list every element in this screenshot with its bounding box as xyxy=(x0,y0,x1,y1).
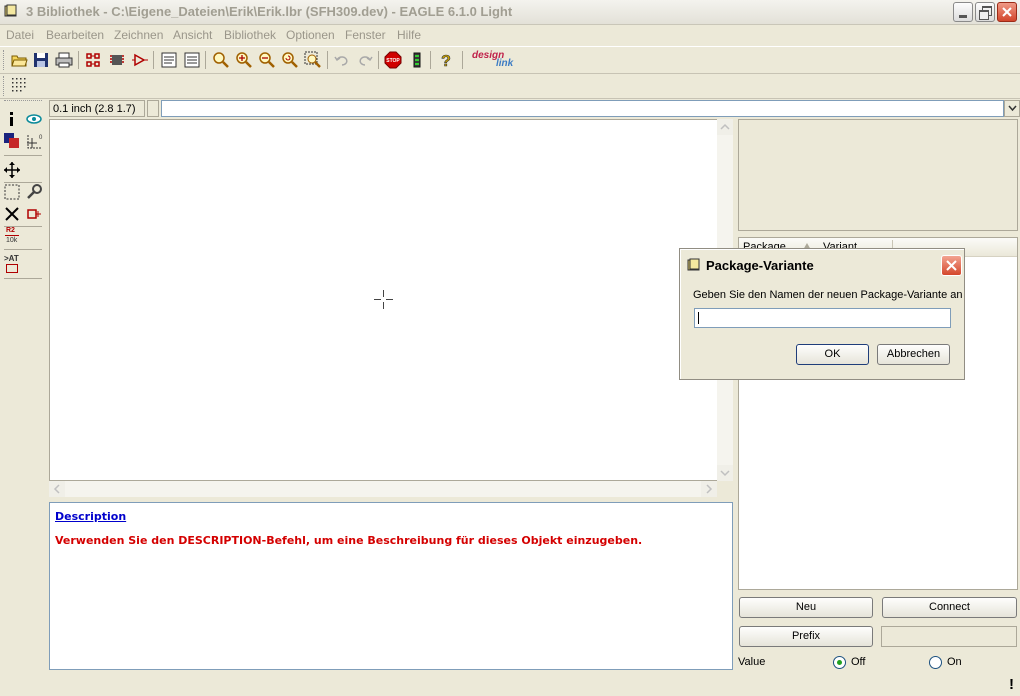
info-icon[interactable] xyxy=(3,110,21,128)
connect-button[interactable]: Connect xyxy=(882,597,1017,618)
menu-hilfe[interactable]: Hilfe xyxy=(397,28,421,42)
symbol-icon[interactable] xyxy=(84,51,102,69)
menu-optionen[interactable]: Optionen xyxy=(286,28,335,42)
value-off-label: Off xyxy=(851,656,866,668)
value-tool-label: R2 xyxy=(6,227,15,234)
drawing-canvas[interactable] xyxy=(49,119,719,481)
coordinate-divider xyxy=(147,100,159,117)
package-variant-dialog: Package-Variante Geben Sie den Namen der… xyxy=(679,248,965,380)
dialog-title-bar: Package-Variante xyxy=(682,251,962,277)
group-icon[interactable] xyxy=(3,183,21,201)
chevron-down-icon xyxy=(720,470,730,477)
canvas-horizontal-scrollbar[interactable] xyxy=(49,481,717,497)
description-hint: Verwenden Sie den DESCRIPTION-Befehl, um… xyxy=(55,534,643,547)
smash-tool-label: >AT xyxy=(4,254,19,263)
scroll-right-button[interactable] xyxy=(701,481,717,497)
value-tool-value: 10k xyxy=(6,237,18,244)
menu-zeichnen[interactable]: Zeichnen xyxy=(114,28,163,42)
new-button[interactable]: Neu xyxy=(739,597,873,618)
close-button[interactable] xyxy=(997,2,1017,22)
save-icon[interactable] xyxy=(32,51,50,69)
scroll-down-button[interactable] xyxy=(717,465,733,481)
variant-name-input[interactable] xyxy=(694,308,951,328)
value-on-radio[interactable] xyxy=(929,656,942,669)
eagle-app-icon xyxy=(4,4,17,17)
crosshair-cursor xyxy=(374,290,393,309)
menu-bearbeiten[interactable]: Bearbeiten xyxy=(46,28,104,42)
command-line-input[interactable] xyxy=(161,100,1004,117)
value-label: Value xyxy=(738,656,766,668)
value-tool[interactable]: R2 10k xyxy=(3,227,23,247)
chevron-right-icon xyxy=(706,484,713,494)
show-icon[interactable] xyxy=(25,110,43,128)
coordinate-display: 0.1 inch (2.8 1.7) xyxy=(49,100,145,117)
dialog-close-button[interactable] xyxy=(941,255,962,276)
menu-bar: Datei Bearbeiten Zeichnen Ansicht Biblio… xyxy=(0,25,1020,45)
description-link[interactable]: Description xyxy=(55,510,126,523)
menu-ansicht[interactable]: Ansicht xyxy=(173,28,212,42)
stop-icon-text: STOP xyxy=(386,58,400,64)
command-line-dropdown[interactable] xyxy=(1004,100,1020,117)
chevron-up-icon xyxy=(720,123,730,130)
undo-icon[interactable] xyxy=(333,51,351,69)
design-link-icon[interactable]: design link xyxy=(470,50,516,70)
device-icon[interactable] xyxy=(131,51,149,69)
zoom-in-icon[interactable] xyxy=(235,51,253,69)
script-icon[interactable] xyxy=(160,51,178,69)
prefix-field xyxy=(881,626,1017,647)
main-toolbar: STOP ? design link xyxy=(0,46,1020,74)
window-title: 3 Bibliothek - C:\Eigene_Dateien\Erik\Er… xyxy=(26,4,513,19)
chevron-left-icon xyxy=(53,484,60,494)
command-toolbar: 0 R2 10k >AT xyxy=(0,98,46,670)
status-bar xyxy=(0,672,1020,696)
grid-icon[interactable] xyxy=(10,76,28,94)
status-indicator-icon: ! xyxy=(1009,676,1014,693)
grid-toolbar xyxy=(0,73,1020,99)
chevron-down-icon xyxy=(1008,105,1017,112)
menu-bibliothek[interactable]: Bibliothek xyxy=(224,28,276,42)
description-panel: Description Verwenden Sie den DESCRIPTIO… xyxy=(49,502,733,670)
menu-fenster[interactable]: Fenster xyxy=(345,28,386,42)
go-icon[interactable] xyxy=(408,51,426,69)
menu-datei[interactable]: Datei xyxy=(6,28,34,42)
close-icon xyxy=(1002,7,1012,17)
package-icon[interactable] xyxy=(108,51,126,69)
value-off-radio[interactable] xyxy=(833,656,846,669)
design-link-bottom-text: link xyxy=(496,58,514,69)
prefix-button[interactable]: Prefix xyxy=(739,626,873,647)
display-layers-icon[interactable] xyxy=(3,132,21,150)
minimize-button[interactable] xyxy=(953,2,973,22)
print-icon[interactable] xyxy=(55,51,73,69)
smash-tool[interactable]: >AT xyxy=(3,254,23,274)
help-icon[interactable]: ? xyxy=(437,51,455,69)
value-on-label: On xyxy=(947,656,962,668)
title-bar: 3 Bibliothek - C:\Eigene_Dateien\Erik\Er… xyxy=(0,0,1020,25)
zoom-out-icon[interactable] xyxy=(258,51,276,69)
help-icon-text: ? xyxy=(441,53,451,69)
dialog-message: Geben Sie den Namen der neuen Package-Va… xyxy=(693,289,963,301)
svg-text:0: 0 xyxy=(39,135,43,141)
mark-icon[interactable]: 0 xyxy=(25,132,43,150)
package-preview xyxy=(738,119,1018,231)
scroll-up-button[interactable] xyxy=(717,119,733,135)
scroll-left-button[interactable] xyxy=(49,481,65,497)
move-icon[interactable] xyxy=(3,161,21,179)
cancel-button[interactable]: Abbrechen xyxy=(877,344,950,365)
text-caret xyxy=(698,312,699,324)
ok-button[interactable]: OK xyxy=(796,344,869,365)
dialog-title: Package-Variante xyxy=(706,258,814,273)
redo-icon[interactable] xyxy=(356,51,374,69)
eagle-app-icon xyxy=(687,258,700,271)
zoom-redraw-icon[interactable] xyxy=(281,51,299,69)
zoom-fit-icon[interactable] xyxy=(212,51,230,69)
zoom-select-icon[interactable] xyxy=(304,51,322,69)
add-icon[interactable] xyxy=(25,205,43,223)
close-icon xyxy=(946,260,957,271)
maximize-button[interactable] xyxy=(975,2,995,22)
stop-icon[interactable]: STOP xyxy=(384,51,402,69)
open-icon[interactable] xyxy=(10,51,28,69)
ulp-icon[interactable] xyxy=(183,51,201,69)
change-icon[interactable] xyxy=(25,183,43,201)
delete-icon[interactable] xyxy=(3,205,21,223)
